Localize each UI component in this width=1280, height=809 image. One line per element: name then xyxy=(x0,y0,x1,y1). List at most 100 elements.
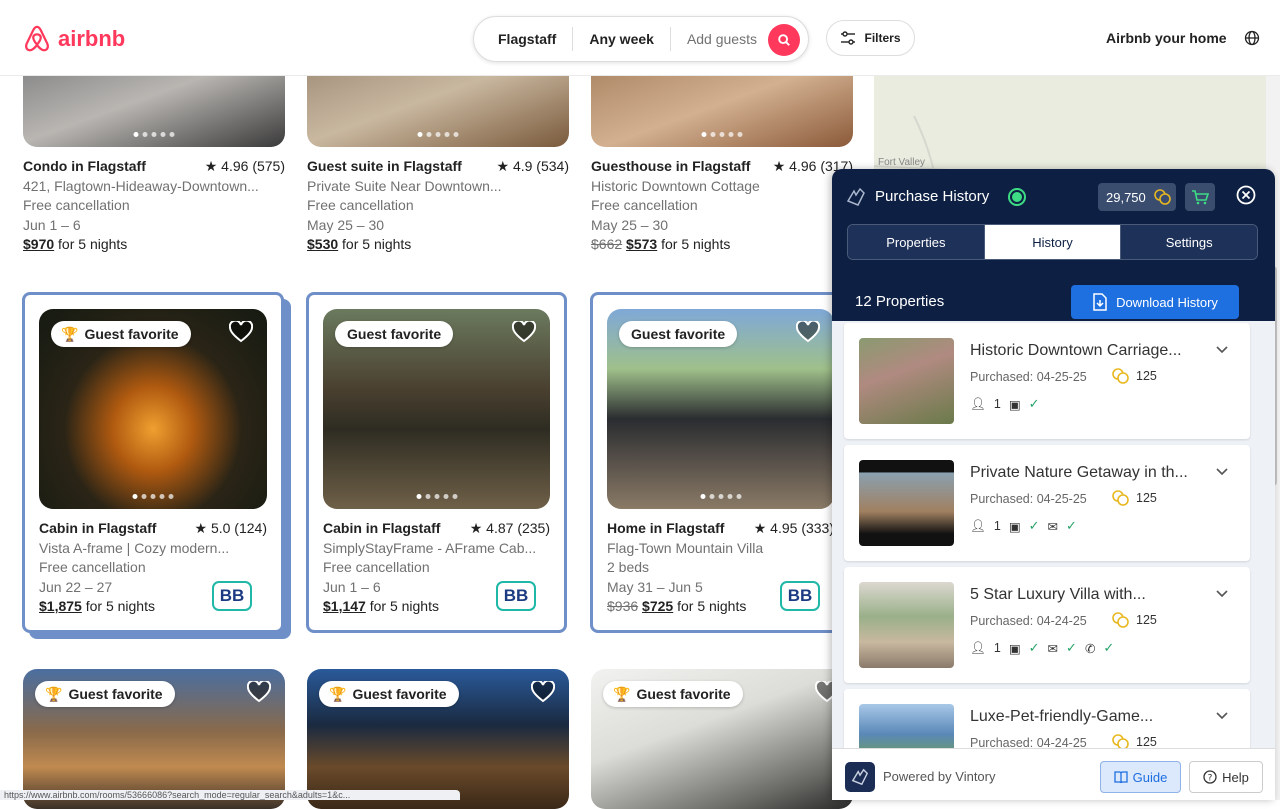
trophy-icon: 🏆 xyxy=(45,685,63,702)
chevron-down-icon[interactable] xyxy=(1215,467,1229,477)
listing-card[interactable]: 🏆 Guest favorite Cabin in Flagstaff ★ 5.0 … xyxy=(39,309,267,617)
search-icon xyxy=(778,34,790,46)
search-button[interactable] xyxy=(768,24,800,56)
listing-photo[interactable] xyxy=(591,76,853,147)
heart-icon[interactable] xyxy=(512,321,536,343)
listing-card[interactable]: Guest favorite Home in Flagstaff ★ 4.95 (… xyxy=(607,309,834,617)
download-history-button[interactable]: Download History xyxy=(1071,285,1239,319)
property-thumbnail xyxy=(859,460,954,546)
filters-button[interactable]: Filters xyxy=(826,20,915,56)
listing-card[interactable]: 🏆 Guest favorite xyxy=(591,669,853,809)
check-icon: ✓ xyxy=(1028,640,1040,655)
help-icon: ? xyxy=(1203,770,1217,784)
listing-cancel: 2 beds xyxy=(607,559,650,575)
heart-icon[interactable] xyxy=(531,681,555,703)
listing-desc: Flag-Town Mountain Villa xyxy=(607,539,764,556)
listing-dates: May 25 – 30 xyxy=(307,216,385,233)
bb-extension-button[interactable]: BB xyxy=(212,581,252,611)
listing-card[interactable]: 🏆 Guest favorite xyxy=(23,669,285,809)
listing-photo[interactable] xyxy=(23,76,285,147)
listing-photo[interactable]: 🏆 Guest favorite xyxy=(591,669,853,809)
tab-settings[interactable]: Settings xyxy=(1121,225,1257,259)
check-icon: ✓ xyxy=(1028,396,1040,411)
chevron-down-icon[interactable] xyxy=(1215,711,1229,721)
price-suffix: for 5 nights xyxy=(661,236,731,252)
tab-history[interactable]: History xyxy=(984,225,1122,259)
listing-card[interactable]: Condo in Flagstaff ★ 4.96 (575) 421, Flag… xyxy=(23,76,285,255)
listing-photo[interactable]: Guest favorite xyxy=(323,309,550,509)
trophy-icon: 🏆 xyxy=(613,685,631,702)
badge-label: Guest favorite xyxy=(347,326,442,342)
panel-tabs: Properties History Settings xyxy=(847,224,1258,260)
search-guests[interactable]: Add guests xyxy=(671,31,773,47)
listing-photo[interactable]: Guest favorite xyxy=(607,309,834,509)
listing-title: Cabin in Flagstaff xyxy=(39,520,157,536)
points-value: 29,750 xyxy=(1106,189,1146,205)
close-icon[interactable] xyxy=(1236,185,1256,205)
purchase-date: Purchased: 04-24-25 xyxy=(970,614,1087,628)
item-points: 125 xyxy=(1112,490,1157,506)
coins-icon xyxy=(1112,368,1129,384)
listing-rating: ★ 4.95 (333) xyxy=(753,520,834,536)
listing-cancel: Free cancellation xyxy=(39,559,146,575)
airbnb-logo[interactable]: airbnb xyxy=(22,24,125,54)
price-value: $970 xyxy=(23,236,55,252)
download-history-label: Download History xyxy=(1116,294,1218,310)
history-list[interactable]: Historic Downtown Carriage... Purchased:… xyxy=(832,321,1275,800)
points-value: 125 xyxy=(1136,735,1157,749)
bb-extension-button[interactable]: BB xyxy=(496,581,536,611)
help-label: Help xyxy=(1222,769,1249,785)
heart-icon[interactable] xyxy=(796,321,820,343)
listing-card[interactable]: Guesthouse in Flagstaff ★ 4.96 (317) Hist… xyxy=(591,76,853,255)
photo-dots xyxy=(417,132,459,137)
filters-label: Filters xyxy=(864,31,901,45)
listing-title: Guest suite in Flagstaff xyxy=(307,158,462,174)
bb-extension-button[interactable]: BB xyxy=(780,581,820,611)
powered-by-text: Powered by Vintory xyxy=(883,769,996,784)
tab-properties[interactable]: Properties xyxy=(848,225,985,259)
history-item[interactable]: Historic Downtown Carriage... Purchased:… xyxy=(844,323,1250,439)
search-week[interactable]: Any week xyxy=(573,31,670,47)
listing-desc: Private Suite Near Downtown... xyxy=(307,177,502,194)
guest-favorite-badge: 🏆 Guest favorite xyxy=(51,321,191,347)
price-value: $573 xyxy=(626,236,658,252)
heart-icon[interactable] xyxy=(247,681,271,703)
vintory-logo-icon xyxy=(845,762,875,792)
phone-icon: ✆ xyxy=(1084,641,1096,656)
badge-label: Guest favorite xyxy=(352,686,447,702)
photo-dots xyxy=(701,132,743,137)
heart-icon[interactable] xyxy=(229,321,253,343)
listing-photo[interactable] xyxy=(307,76,569,147)
photo-dots xyxy=(700,494,741,499)
listing-title: Cabin in Flagstaff xyxy=(323,520,441,536)
listing-card[interactable]: Guest favorite Cabin in Flagstaff ★ 4.87 … xyxy=(323,309,550,617)
listing-card[interactable]: Guest suite in Flagstaff ★ 4.9 (534) Priv… xyxy=(307,76,569,255)
history-item[interactable]: Private Nature Getaway in th... Purchase… xyxy=(844,445,1250,561)
mail-icon: ✉ xyxy=(1047,519,1059,534)
guest-favorite-badge: 🏆 Guest favorite xyxy=(319,681,459,707)
guest-favorite-badge: Guest favorite xyxy=(619,321,738,347)
listing-desc: Historic Downtown Cottage xyxy=(591,177,760,194)
globe-icon[interactable] xyxy=(1244,30,1260,51)
item-info-icons: 👤︎ 1 ▣ ✓ ✉ ✓ ✆ ✓ xyxy=(970,640,1114,656)
help-button[interactable]: ? Help xyxy=(1189,761,1263,793)
history-item[interactable]: 5 Star Luxury Villa with... Purchased: 0… xyxy=(844,567,1250,683)
search-location[interactable]: Flagstaff xyxy=(474,31,572,47)
chevron-down-icon[interactable] xyxy=(1215,345,1229,355)
listing-photo[interactable]: 🏆 Guest favorite xyxy=(23,669,285,809)
search-bar[interactable]: Flagstaff Any week Add guests xyxy=(473,16,809,62)
chevron-down-icon[interactable] xyxy=(1215,589,1229,599)
listing-photo[interactable]: 🏆 Guest favorite xyxy=(39,309,267,509)
listing-desc: 421, Flagtown-Hideaway-Downtown... xyxy=(23,177,259,194)
listing-title: Guesthouse in Flagstaff xyxy=(591,158,751,174)
guest-count: 1 xyxy=(993,641,1001,655)
cart-button[interactable] xyxy=(1185,183,1215,211)
listing-title: Condo in Flagstaff xyxy=(23,158,146,174)
badge-label: Guest favorite xyxy=(84,326,179,342)
purchase-history-panel: Purchase History 29,750 Properties Histo… xyxy=(832,169,1275,800)
listing-photo[interactable]: 🏆 Guest favorite xyxy=(307,669,569,809)
listing-card[interactable]: 🏆 Guest favorite xyxy=(307,669,569,809)
airbnb-your-home-link[interactable]: Airbnb your home xyxy=(1106,30,1227,46)
check-icon: ✓ xyxy=(1028,518,1040,533)
guide-button[interactable]: Guide xyxy=(1100,761,1181,793)
